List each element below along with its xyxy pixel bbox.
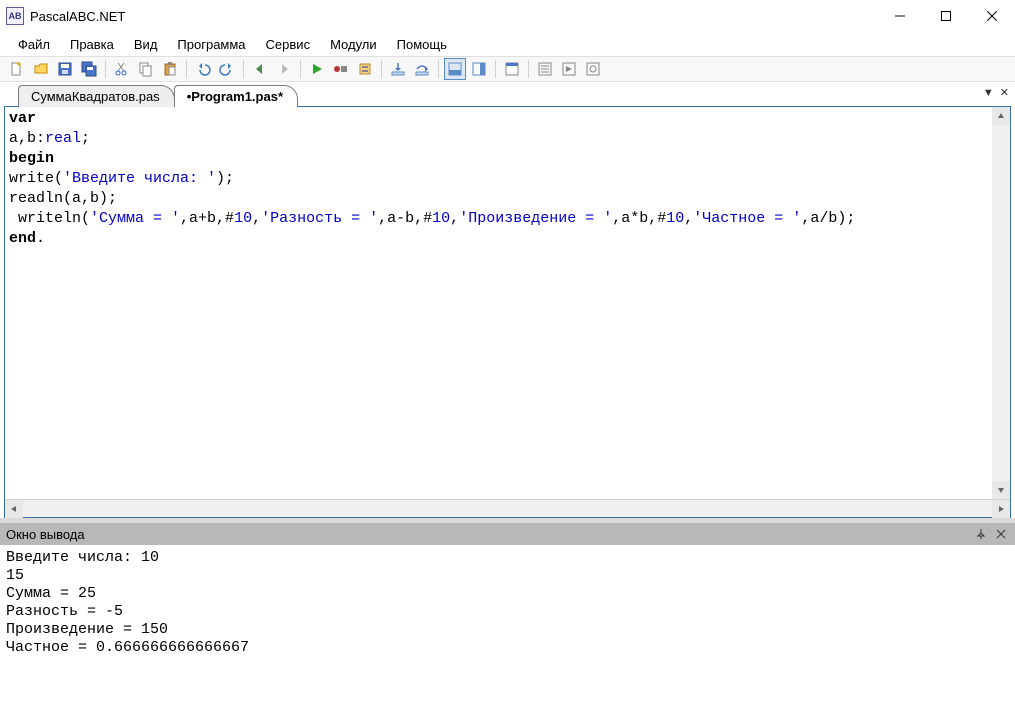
toolbar-separator bbox=[300, 60, 301, 78]
menu-help[interactable]: Помощь bbox=[387, 34, 457, 55]
menu-program[interactable]: Программа bbox=[167, 34, 255, 55]
code-text: a,b: bbox=[9, 130, 45, 147]
run-icon[interactable] bbox=[306, 58, 328, 80]
code-editor[interactable]: var a,b:real; begin write('Введите числа… bbox=[5, 107, 992, 499]
code-text: # bbox=[423, 210, 432, 227]
code-text: writeln( bbox=[9, 210, 90, 227]
toggle-output-icon[interactable] bbox=[444, 58, 466, 80]
code-text: ,a+b, bbox=[180, 210, 225, 227]
form-designer-icon[interactable] bbox=[501, 58, 523, 80]
code-string: 'Произведение = ' bbox=[459, 210, 612, 227]
code-text: # bbox=[657, 210, 666, 227]
menu-bar: Файл Правка Вид Программа Сервис Модули … bbox=[0, 32, 1015, 56]
code-keyword: var bbox=[9, 110, 36, 127]
open-file-icon[interactable] bbox=[30, 58, 52, 80]
code-string: 'Разность = ' bbox=[261, 210, 378, 227]
code-text: ,a-b, bbox=[378, 210, 423, 227]
output-panel-header: Окно вывода bbox=[0, 523, 1015, 545]
tab-dropdown-icon[interactable]: ▼ bbox=[981, 87, 996, 99]
code-text: ; bbox=[81, 130, 90, 147]
toolbar-separator bbox=[186, 60, 187, 78]
copy-icon[interactable] bbox=[135, 58, 157, 80]
toolbar-separator bbox=[105, 60, 106, 78]
editor-frame: var a,b:real; begin write('Введите числа… bbox=[4, 106, 1011, 518]
panel-close-icon[interactable] bbox=[993, 526, 1009, 542]
new-file-icon[interactable] bbox=[6, 58, 28, 80]
output-text[interactable]: Введите числа: 10 15 Сумма = 25 Разность… bbox=[0, 545, 1015, 721]
close-button[interactable] bbox=[969, 1, 1015, 31]
scroll-right-icon[interactable] bbox=[992, 500, 1010, 518]
tab-file-0[interactable]: СуммаКвадратов.pas bbox=[18, 85, 175, 107]
code-keyword: begin bbox=[9, 150, 54, 167]
step-over-icon[interactable] bbox=[411, 58, 433, 80]
code-keyword: end bbox=[9, 230, 36, 247]
scroll-left-icon[interactable] bbox=[5, 500, 23, 518]
editor-hscrollbar[interactable] bbox=[5, 499, 1010, 517]
toolbar-separator bbox=[528, 60, 529, 78]
code-number: 10 bbox=[432, 210, 450, 227]
editor-vscrollbar[interactable] bbox=[992, 107, 1010, 499]
code-string: 'Сумма = ' bbox=[90, 210, 180, 227]
redo-icon[interactable] bbox=[216, 58, 238, 80]
code-text: , bbox=[684, 210, 693, 227]
title-bar: AB PascalABC.NET bbox=[0, 0, 1015, 32]
compile-icon[interactable] bbox=[354, 58, 376, 80]
extra3-icon[interactable] bbox=[582, 58, 604, 80]
menu-service[interactable]: Сервис bbox=[256, 34, 321, 55]
app-title: PascalABC.NET bbox=[30, 9, 877, 24]
code-text: readln(a,b); bbox=[9, 190, 117, 207]
save-icon[interactable] bbox=[54, 58, 76, 80]
maximize-button[interactable] bbox=[923, 1, 969, 31]
code-text: write( bbox=[9, 170, 63, 187]
menu-file[interactable]: Файл bbox=[8, 34, 60, 55]
extra2-icon[interactable] bbox=[558, 58, 580, 80]
code-text: ,a*b, bbox=[612, 210, 657, 227]
toggle-panel2-icon[interactable] bbox=[468, 58, 490, 80]
app-icon: AB bbox=[6, 7, 24, 25]
code-text: # bbox=[225, 210, 234, 227]
break-icon[interactable] bbox=[330, 58, 352, 80]
tab-close-icon[interactable]: ✕ bbox=[998, 86, 1011, 99]
step-into-icon[interactable] bbox=[387, 58, 409, 80]
code-string: 'Введите числа: ' bbox=[63, 170, 216, 187]
output-panel-title: Окно вывода bbox=[6, 527, 85, 542]
paste-icon[interactable] bbox=[159, 58, 181, 80]
pin-icon[interactable] bbox=[973, 526, 989, 542]
code-type: real bbox=[45, 130, 81, 147]
extra1-icon[interactable] bbox=[534, 58, 556, 80]
code-number: 10 bbox=[666, 210, 684, 227]
code-text: , bbox=[252, 210, 261, 227]
code-string: 'Частное = ' bbox=[693, 210, 801, 227]
cut-icon[interactable] bbox=[111, 58, 133, 80]
scroll-up-icon[interactable] bbox=[992, 107, 1010, 125]
toolbar-separator bbox=[438, 60, 439, 78]
tab-file-1[interactable]: •Program1.pas* bbox=[174, 85, 298, 107]
menu-modules[interactable]: Модули bbox=[320, 34, 387, 55]
menu-view[interactable]: Вид bbox=[124, 34, 168, 55]
save-all-icon[interactable] bbox=[78, 58, 100, 80]
code-text: ); bbox=[216, 170, 234, 187]
toolbar-separator bbox=[381, 60, 382, 78]
code-number: 10 bbox=[234, 210, 252, 227]
nav-forward-icon[interactable] bbox=[273, 58, 295, 80]
code-text: . bbox=[36, 230, 45, 247]
toolbar-separator bbox=[243, 60, 244, 78]
minimize-button[interactable] bbox=[877, 1, 923, 31]
code-text: ,a/b); bbox=[801, 210, 855, 227]
menu-edit[interactable]: Правка bbox=[60, 34, 124, 55]
nav-back-icon[interactable] bbox=[249, 58, 271, 80]
toolbar bbox=[0, 56, 1015, 82]
toolbar-separator bbox=[495, 60, 496, 78]
code-text: , bbox=[450, 210, 459, 227]
scroll-down-icon[interactable] bbox=[992, 481, 1010, 499]
tab-strip: СуммаКвадратов.pas •Program1.pas* ▼ ✕ bbox=[0, 82, 1015, 106]
undo-icon[interactable] bbox=[192, 58, 214, 80]
